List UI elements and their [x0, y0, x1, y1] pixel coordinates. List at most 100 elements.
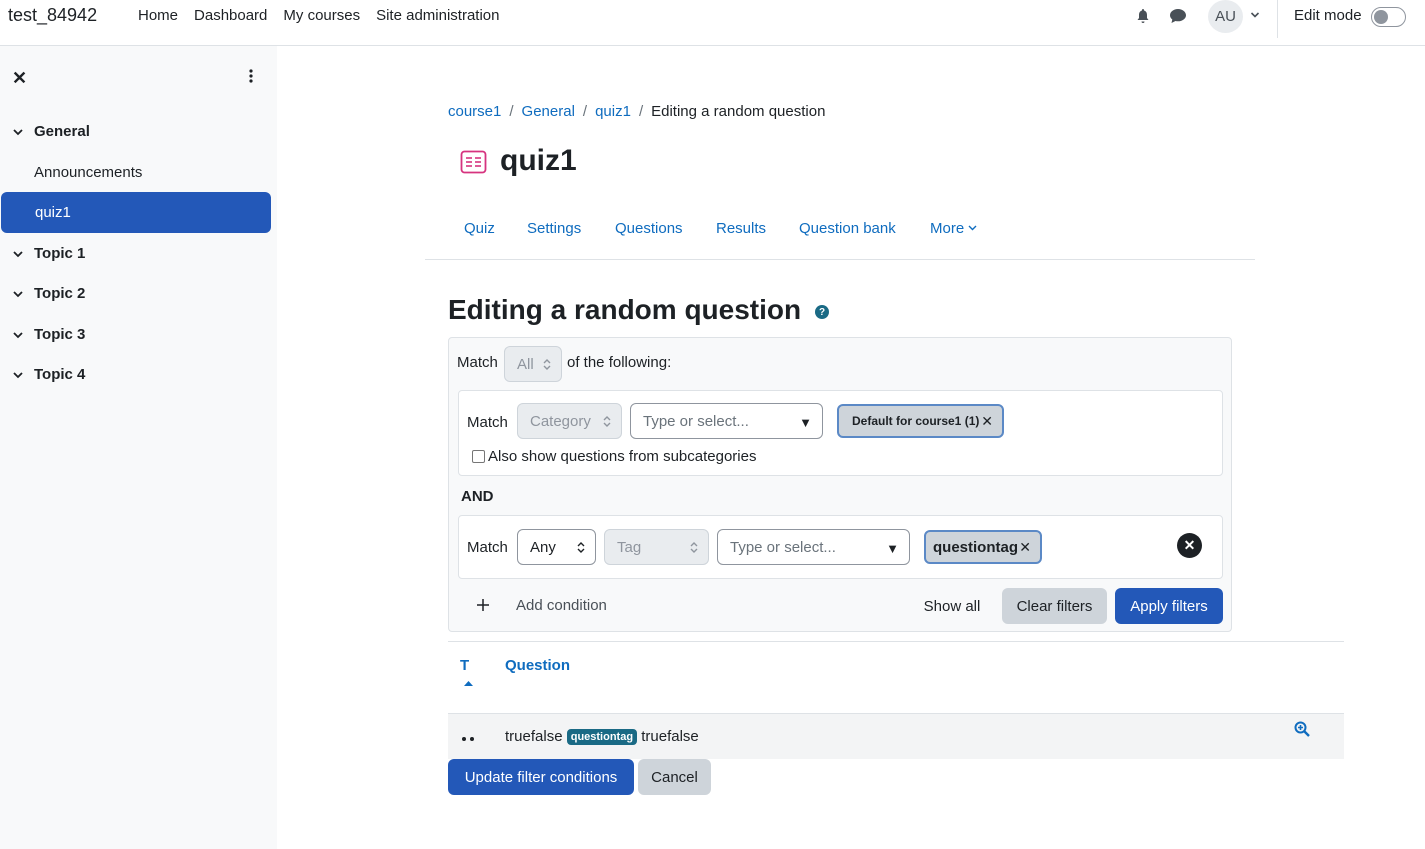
condition-type-value: Category [530, 412, 591, 430]
breadcrumb-separator: / [638, 103, 644, 120]
quiz-activity-icon [460, 150, 487, 174]
tab-quiz[interactable]: Quiz [464, 220, 495, 237]
close-drawer-icon[interactable]: ✕ [12, 68, 27, 89]
section-topic-1[interactable]: Topic 1 [12, 245, 85, 262]
nav-dashboard[interactable]: Dashboard [194, 7, 267, 24]
select-arrows-icon [543, 359, 551, 370]
condition-type-select[interactable]: Tag [604, 529, 709, 565]
and-join-label: AND [461, 488, 494, 505]
secondary-navigation: Quiz Settings Questions Results Question… [425, 210, 1255, 260]
breadcrumb-current: Editing a random question [651, 103, 826, 120]
remove-chip-icon[interactable]: ✕ [981, 413, 993, 430]
clear-filters-button[interactable]: Clear filters [1002, 588, 1107, 624]
breadcrumb: course1 / General / quiz1 / Editing a ra… [448, 103, 825, 120]
messages-chat-icon[interactable] [1169, 8, 1187, 24]
chevron-down-icon[interactable] [12, 248, 24, 260]
show-all-button[interactable]: Show all [918, 588, 986, 624]
section-general[interactable]: General [12, 123, 90, 140]
question-tag-badge: questiontag [566, 729, 638, 745]
section-label: Topic 3 [34, 326, 86, 343]
toggle-knob [1374, 10, 1388, 24]
chevron-down-icon[interactable] [12, 369, 24, 381]
section-topic-3[interactable]: Topic 3 [12, 326, 85, 343]
breadcrumb-course1[interactable]: course1 [448, 103, 501, 120]
selected-category-chip[interactable]: Default for course1 (1) ✕ [837, 404, 1004, 438]
activity-announcements[interactable]: Announcements [0, 152, 271, 193]
primary-navigation: Home Dashboard My courses Site administr… [138, 7, 500, 24]
edit-mode-toggle[interactable] [1371, 7, 1406, 27]
dropdown-triangle-icon: ▼ [886, 541, 899, 556]
edit-mode-label: Edit mode [1294, 7, 1362, 24]
update-filter-conditions-button[interactable]: Update filter conditions [448, 759, 634, 795]
condition-type-select[interactable]: Category [517, 403, 622, 439]
chip-label: Default for course1 (1) [852, 414, 980, 428]
course-index-drawer: ✕ General Announcements quiz1 Topic 1 To… [0, 46, 277, 849]
condition-type-value: Tag [617, 538, 642, 556]
section-label: Topic 2 [34, 285, 86, 302]
kebab-menu-icon[interactable] [244, 68, 258, 84]
preview-zoom-icon[interactable] [1294, 721, 1310, 737]
site-name[interactable]: test_84942 [8, 5, 97, 26]
remove-condition-icon[interactable]: ✕ [1177, 533, 1202, 558]
user-avatar[interactable]: AU [1208, 0, 1243, 33]
match-all-select[interactable]: All [504, 346, 562, 382]
breadcrumb-general[interactable]: General [522, 103, 575, 120]
top-navbar: test_84942 Home Dashboard My courses Sit… [0, 0, 1425, 46]
chip-label: questiontag [933, 538, 1018, 556]
match-label: Match [457, 354, 498, 371]
chevron-down-icon [968, 225, 977, 231]
nav-my-courses[interactable]: My courses [283, 7, 360, 24]
tab-results[interactable]: Results [716, 220, 766, 237]
nav-site-administration[interactable]: Site administration [376, 7, 499, 24]
breadcrumb-separator: / [509, 103, 514, 120]
page-title: quiz1 [500, 144, 577, 177]
select-arrows-icon [690, 542, 698, 553]
section-topic-4[interactable]: Topic 4 [12, 366, 85, 383]
tab-settings[interactable]: Settings [527, 220, 581, 237]
condition-match-label: Match [467, 414, 508, 431]
activity-label: quiz1 [35, 204, 71, 221]
condition-match-select[interactable]: Any [517, 529, 596, 565]
nav-home[interactable]: Home [138, 7, 178, 24]
remove-chip-icon[interactable]: ✕ [1019, 539, 1031, 556]
section-heading: Editing a random question [448, 294, 802, 325]
plus-icon[interactable] [476, 598, 490, 612]
column-header-question[interactable]: Question [505, 657, 570, 674]
activity-quiz1[interactable]: quiz1 [1, 192, 271, 233]
breadcrumb-quiz1[interactable]: quiz1 [595, 103, 631, 120]
chevron-down-icon[interactable] [12, 288, 24, 300]
section-topic-2[interactable]: Topic 2 [12, 285, 85, 302]
navbar-divider [1277, 0, 1278, 38]
help-icon[interactable]: ? [815, 305, 829, 319]
select-arrows-icon [603, 416, 611, 427]
tab-questions[interactable]: Questions [615, 220, 683, 237]
match-all-value: All [517, 355, 534, 373]
category-search-input[interactable]: Type or select... ▼ [630, 403, 823, 439]
subcategories-label[interactable]: Also show questions from subcategories [488, 448, 756, 465]
question-text: truefalse [641, 728, 699, 745]
selected-tag-chip[interactable]: questiontag ✕ [924, 530, 1042, 564]
tab-question-bank[interactable]: Question bank [799, 220, 896, 237]
activity-label: Announcements [34, 164, 143, 181]
sort-ascending-icon [464, 681, 473, 686]
cancel-button[interactable]: Cancel [638, 759, 711, 795]
tag-search-input[interactable]: Type or select... ▼ [717, 529, 910, 565]
chevron-down-icon[interactable] [1250, 10, 1260, 20]
filter-conditions-panel: Match All of the following: Match Catego… [448, 337, 1232, 632]
column-header-type[interactable]: T [460, 657, 469, 674]
chevron-down-icon[interactable] [12, 329, 24, 341]
tag-condition: Match Any Tag Type or select... ▼ questi… [458, 515, 1223, 579]
search-placeholder: Type or select... [643, 412, 749, 430]
of-following-label: of the following: [567, 354, 672, 371]
chevron-down-icon[interactable] [12, 126, 24, 138]
add-condition-button[interactable]: Add condition [516, 597, 607, 614]
tab-more-label: More [930, 220, 965, 237]
apply-filters-button[interactable]: Apply filters [1115, 588, 1223, 624]
question-name: truefalse [505, 728, 563, 745]
condition-match-value: Any [530, 538, 556, 556]
notifications-bell-icon[interactable] [1135, 8, 1151, 24]
tab-more[interactable]: More [930, 220, 977, 237]
section-label: Topic 1 [34, 245, 86, 262]
section-label: Topic 4 [34, 366, 86, 383]
subcategories-checkbox[interactable] [472, 450, 485, 463]
